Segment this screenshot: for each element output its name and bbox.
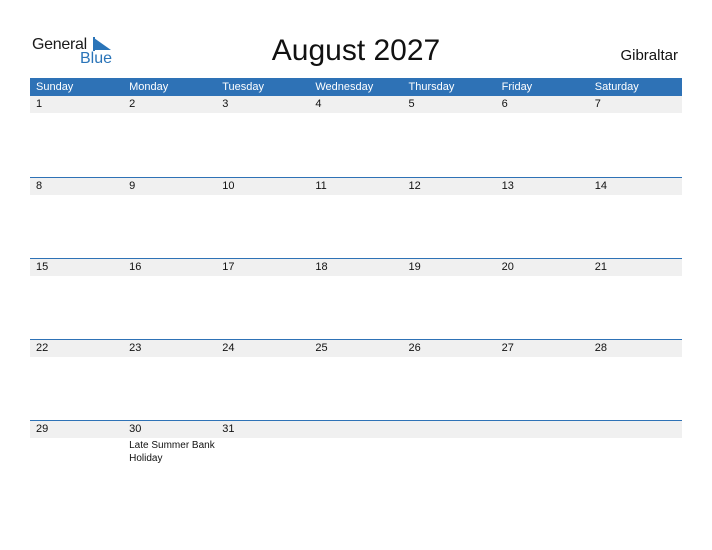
day-cell: 24 [216, 340, 309, 357]
day-number: 19 [408, 261, 421, 273]
day-cell: 20 [496, 259, 589, 276]
day-cell: 4 [309, 96, 402, 113]
weekday-thursday: Thursday [408, 81, 455, 93]
day-cell: 5 [403, 96, 496, 113]
day-number: 16 [129, 261, 142, 273]
day-number: 2 [129, 98, 136, 110]
day-cell: 12 [403, 178, 496, 195]
day-number: 8 [36, 180, 43, 192]
weekday-friday: Friday [501, 81, 533, 93]
day-cell: 6 [496, 96, 589, 113]
calendar-title: August 2027 [271, 34, 441, 67]
day-number [409, 421, 496, 438]
day-cell: 22 [30, 340, 123, 357]
day-cell: 26 [403, 340, 496, 357]
week-cells: 22 23 24 25 26 27 28 [30, 340, 682, 357]
weekday-saturday: Saturday [594, 81, 639, 93]
day-number: 6 [501, 98, 508, 110]
weekday-wednesday: Wednesday [315, 81, 374, 93]
day-cell: 7 [589, 96, 682, 113]
day-number: 30 [129, 423, 142, 435]
day-cell: 3 [216, 96, 309, 113]
day-number [595, 421, 682, 438]
day-cell: 25 [309, 340, 402, 357]
day-cell: 30 Late Summer Bank Holiday [123, 421, 216, 465]
day-number: 21 [594, 261, 607, 273]
day-cell [309, 421, 402, 465]
day-number: 28 [594, 342, 607, 354]
weekday-sunday: Sunday [36, 81, 74, 93]
day-number: 26 [408, 342, 421, 354]
day-cell: 31 [216, 421, 309, 465]
day-cell: 19 [403, 259, 496, 276]
day-number: 29 [36, 423, 49, 435]
day-number: 20 [501, 261, 514, 273]
day-cell [403, 421, 496, 465]
day-number: 10 [222, 180, 235, 192]
day-cell: 21 [589, 259, 682, 276]
day-number: 15 [36, 261, 49, 273]
region-label: Gibraltar [620, 47, 678, 64]
calendar-grid: Sunday Monday Tuesday Wednesday Thursday… [30, 78, 682, 501]
day-number: 13 [501, 180, 514, 192]
day-cell: 8 [30, 178, 123, 195]
day-number: 31 [222, 423, 235, 435]
weekday-tuesday: Tuesday [222, 81, 265, 93]
day-cell: 13 [496, 178, 589, 195]
week-row: 1 2 3 4 5 6 7 [30, 96, 682, 177]
week-row: 15 16 17 18 19 20 21 [30, 258, 682, 339]
day-number: 3 [222, 98, 229, 110]
week-row: 29 30 Late Summer Bank Holiday 31 [30, 420, 682, 501]
day-number [502, 421, 589, 438]
day-number: 18 [315, 261, 328, 273]
day-cell: 1 [30, 96, 123, 113]
week-cells: 1 2 3 4 5 6 7 [30, 96, 682, 113]
day-cell: 23 [123, 340, 216, 357]
week-cells: 29 30 Late Summer Bank Holiday 31 [30, 421, 682, 465]
day-number: 22 [36, 342, 49, 354]
day-cell: 17 [216, 259, 309, 276]
day-number: 7 [594, 98, 601, 110]
week-row: 22 23 24 25 26 27 28 [30, 339, 682, 420]
day-cell: 11 [309, 178, 402, 195]
week-cells: 15 16 17 18 19 20 21 [30, 259, 682, 276]
day-number: 9 [129, 180, 136, 192]
day-number: 5 [408, 98, 415, 110]
day-cell: 9 [123, 178, 216, 195]
week-cells: 8 9 10 11 12 13 14 [30, 178, 682, 195]
day-number: 25 [315, 342, 328, 354]
day-cell: 14 [589, 178, 682, 195]
day-cell [589, 421, 682, 465]
day-number: 17 [222, 261, 235, 273]
day-cell: 16 [123, 259, 216, 276]
day-number: 14 [594, 180, 607, 192]
day-number: 4 [315, 98, 322, 110]
day-cell: 27 [496, 340, 589, 357]
week-row: 8 9 10 11 12 13 14 [30, 177, 682, 258]
day-number: 27 [501, 342, 514, 354]
day-cell: 2 [123, 96, 216, 113]
weekday-monday: Monday [129, 81, 169, 93]
day-number: 23 [129, 342, 142, 354]
day-cell [496, 421, 589, 465]
day-cell: 18 [309, 259, 402, 276]
day-cell: 10 [216, 178, 309, 195]
day-number [315, 421, 402, 438]
holiday-event: Late Summer Bank Holiday [129, 440, 215, 464]
day-cell: 28 [589, 340, 682, 357]
day-number: 24 [222, 342, 235, 354]
day-cell: 29 [30, 421, 123, 465]
day-cell: 15 [30, 259, 123, 276]
day-number: 11 [315, 180, 327, 192]
weekday-header: Sunday Monday Tuesday Wednesday Thursday… [30, 78, 682, 96]
day-number: 1 [36, 98, 43, 110]
day-number: 12 [408, 180, 421, 192]
